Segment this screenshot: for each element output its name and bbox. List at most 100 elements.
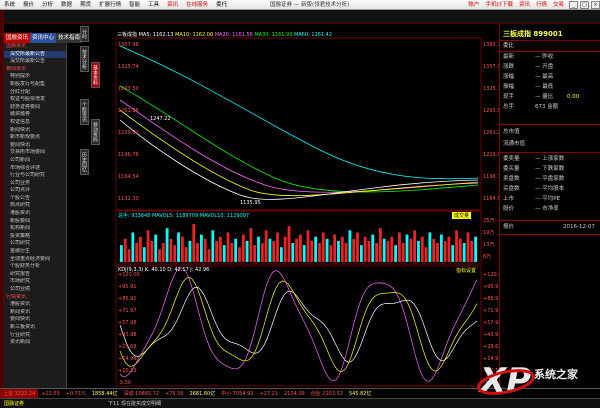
menu-bar: 系统 报价 分析 数据 期货 扩展行情 智能 工具 资讯 在线服务 委托 国融证… [0,0,600,10]
sidebar-item[interactable]: 投资策略 [4,233,66,241]
volume-bar [371,234,375,262]
link-account[interactable]: 账户 [465,0,482,10]
sidebar-item[interactable]: 深交所最新公告 [4,58,66,66]
volume-bar [120,245,123,262]
menu-item-smart[interactable]: 智能 [125,0,144,10]
vtab-chips[interactable]: 移动筹码 [91,119,100,145]
sidebar-item[interactable]: 港股资讯 [4,301,66,309]
kdj-tick-left: +85.91 [118,296,137,302]
maximize-icon[interactable]: □ [580,1,589,9]
quote-row-hand: 现手 — 量比 0.00 [503,94,580,100]
sidebar-item[interactable]: 分红分配 [4,89,66,97]
tab-news-center[interactable]: 资讯中心 [30,33,57,43]
tab-guorong-news[interactable]: 国融资讯 [4,33,31,43]
sidebar-item[interactable]: 公司业务 [4,180,66,188]
volume-bar [207,249,211,262]
sidebar-item[interactable]: 权证与股票增发 [4,96,66,104]
volume-bar [287,226,291,262]
quote-row-ask-vol: 委卖量 — 上涨家数 [503,156,565,162]
sidebar-item[interactable]: 港股资讯 [4,210,66,218]
kdj-tick-left: -3.30 [118,380,131,386]
sidebar-item[interactable]: 个股公告 [4,195,66,203]
sidebar-item[interactable]: 新三板资讯 [4,324,66,332]
volume-bar [344,243,348,262]
sidebar-item[interactable]: 市场综合评述 [4,165,66,173]
sidebar-item[interactable]: 新闻快讯 [4,127,66,135]
link-trade[interactable]: 交易 [550,0,567,10]
sidebar-item[interactable]: 个股财务分析 [4,263,66,271]
volume-bar [356,232,359,262]
menu-item-online[interactable]: 在线服务 [182,0,212,10]
sidebar-item[interactable]: 研究报告 [4,271,66,279]
volume-bar [378,228,382,262]
price-tick-left: 1164.54 [118,174,139,180]
sidebar-item[interactable]: 融资融券 [4,111,66,119]
link-news[interactable]: 资讯 [516,0,533,10]
menu-item-ext[interactable]: 扩展行情 [95,0,125,10]
sidebar-item[interactable]: 新闻资讯 [4,309,66,317]
vtab-minute[interactable]: 分时 [80,26,89,42]
sidebar-item[interactable]: 要闻快讯 [4,316,66,324]
volume-bar [401,243,405,262]
sidebar-item[interactable]: 新股发行与配售 [4,81,66,89]
link-market[interactable]: 行情 [533,0,550,10]
menu-item-quote[interactable]: 报价 [19,0,38,10]
menu-item-futures[interactable]: 期货 [76,0,95,10]
menu-item-news[interactable]: 资讯 [163,0,182,10]
volume-button[interactable]: 成交量 [452,212,472,219]
sidebar-item[interactable]: 深交所最新公告 [4,50,66,59]
link-mobile[interactable]: 手机炒下载 [482,0,516,10]
sidebar-item[interactable]: 行业研究 [4,332,66,340]
sidebar-item[interactable]: 公司新闻 [4,157,66,165]
vtab-basic-info[interactable]: 基本资料 [91,62,100,88]
volume-tick: 25万 [483,218,494,224]
sidebar-item[interactable]: 金融衍生 [4,248,66,256]
sidebar-item[interactable]: 财务证券要闻 [4,104,66,112]
volume-bar [238,247,241,262]
menu-item-trade[interactable]: 委托 [212,0,231,10]
volume-tick: 13万 [483,242,494,248]
volume-bar [127,249,131,262]
sidebar-section[interactable]: 要闻资讯 [4,66,66,74]
indicator-button[interactable]: 指标设置 [456,267,476,274]
menu-item-system[interactable]: 系统 [0,0,19,10]
sidebar-item[interactable]: 要闻快讯 [4,142,66,150]
sidebar-item[interactable]: 公司业绩 [4,286,66,294]
vtab-tech-analysis[interactable]: 技术分析 [80,46,89,72]
news-tree: 国融资讯 深交所最新公告 深交所最新公告 要闻资讯 特别提示 新股发行与配售 分红分配 权证与… [4,43,66,347]
vtab-stock-news[interactable]: 个股资讯 [80,99,89,125]
status-gem-amount: 545.82亿 [348,390,372,397]
vtab-history[interactable]: 历史回忆 [80,149,89,175]
minimize-icon[interactable]: _ [569,1,578,9]
sidebar-item[interactable]: 公司研究 [4,240,66,248]
sidebar-item[interactable]: 行业与公司研究 [4,172,66,180]
sidebar-item[interactable]: 机构新闻 [4,225,66,233]
sidebar-item[interactable]: 新股要闻 [4,218,66,226]
sidebar-item[interactable]: 新市新规要点 [4,134,66,142]
volume-bar [462,243,466,262]
close-icon[interactable]: × [591,1,600,9]
sidebar-section[interactable]: 国融资讯 [4,43,66,51]
price-panel [115,37,482,211]
sidebar-item[interactable]: 市场研究 [4,278,66,286]
kdj-tick-left: +29.68 [118,344,137,350]
kdj-tick-left: +95.91 [118,284,137,290]
sidebar-item[interactable]: 权证信息 [4,119,66,127]
status-sh-index: 上证 3222.24 [0,388,39,399]
volume-bar [169,238,173,262]
sidebar-item[interactable]: 交易所市场要闻 [4,149,66,157]
broker-name: 国融证券 [4,401,25,407]
menu-item-analysis[interactable]: 分析 [38,0,57,10]
volume-bar [226,232,230,262]
sidebar-item[interactable]: 公司点评 [4,187,66,195]
sidebar-section[interactable]: 行情资讯 [4,294,66,302]
volume-bar [352,238,356,262]
kdj-tick-left: +71.97 [118,308,137,314]
sidebar-item[interactable]: 资讯新闻 [4,339,66,347]
menu-item-tools[interactable]: 工具 [144,0,163,10]
sidebar-item[interactable]: 全球重点经济要闻 [4,256,66,264]
sidebar-item[interactable]: 特别提示 [4,73,66,81]
menu-item-data[interactable]: 数据 [57,0,76,10]
sidebar-item[interactable]: 热点研究 [4,202,66,210]
volume-bar [367,240,371,262]
